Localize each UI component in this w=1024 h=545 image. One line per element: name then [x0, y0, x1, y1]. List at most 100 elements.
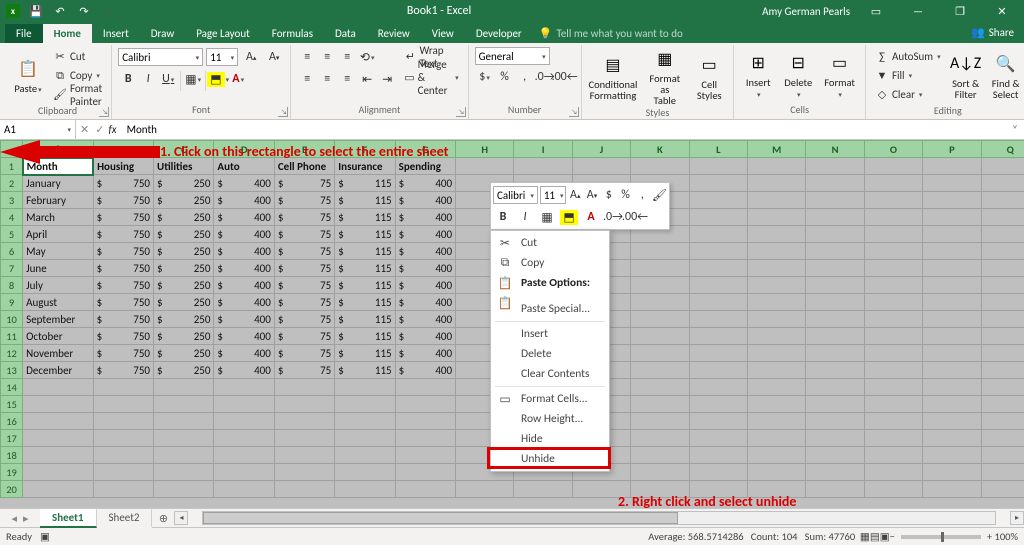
cell[interactable]: $400 — [214, 277, 274, 294]
cell[interactable] — [748, 294, 806, 311]
delete-cells-button[interactable]: ⊟Delete▾ — [780, 47, 816, 103]
cell[interactable] — [395, 464, 455, 481]
cell-A1[interactable]: Month — [23, 158, 93, 175]
cell[interactable]: $400 — [395, 260, 455, 277]
cell[interactable] — [689, 413, 747, 430]
cell[interactable]: $750 — [93, 328, 153, 345]
cell[interactable]: $750 — [93, 260, 153, 277]
cell[interactable] — [631, 277, 689, 294]
cell[interactable] — [631, 311, 689, 328]
cell[interactable] — [631, 464, 689, 481]
cell[interactable]: $250 — [154, 294, 214, 311]
cell[interactable] — [335, 413, 395, 430]
cell[interactable] — [689, 396, 747, 413]
cell[interactable] — [981, 311, 1024, 328]
cell[interactable]: September — [23, 311, 93, 328]
col-header-E[interactable]: E — [274, 141, 334, 158]
ctx-paste-special[interactable]: Paste Special... — [491, 299, 609, 319]
cell[interactable] — [214, 413, 274, 430]
cell[interactable] — [214, 430, 274, 447]
cell[interactable]: $750 — [93, 311, 153, 328]
expand-formula-icon[interactable]: ˅ — [1006, 123, 1024, 136]
cell[interactable] — [335, 481, 395, 498]
mini-fontcolor-icon[interactable]: A — [581, 207, 601, 227]
cell[interactable] — [631, 396, 689, 413]
mini-toolbar[interactable]: Calibri▾ 11▾ A▴ A▾ $ % , 🖌 B I ▦ ⬒ A .0→… — [490, 182, 670, 230]
cell[interactable] — [864, 209, 922, 226]
font-color-icon[interactable]: A▾ — [228, 69, 248, 89]
cell[interactable]: $115 — [335, 277, 395, 294]
cell[interactable] — [631, 413, 689, 430]
cell[interactable]: $115 — [335, 345, 395, 362]
format-cells-button[interactable]: ▭Format▾ — [820, 47, 859, 103]
cell[interactable]: $400 — [395, 192, 455, 209]
mini-grow-font-icon[interactable]: A▴ — [568, 185, 583, 205]
cell[interactable]: October — [23, 328, 93, 345]
ctx-row-height[interactable]: Row Height... — [491, 409, 609, 429]
conditional-formatting-button[interactable]: ▤ConditionalFormatting — [588, 47, 639, 106]
mini-font-select[interactable]: Calibri▾ — [493, 186, 538, 204]
tab-draw[interactable]: Draw — [140, 24, 185, 43]
cell[interactable]: $400 — [395, 243, 455, 260]
cell[interactable] — [689, 226, 747, 243]
cell[interactable] — [631, 328, 689, 345]
cell[interactable] — [214, 379, 274, 396]
cell[interactable] — [748, 430, 806, 447]
cell[interactable] — [23, 447, 93, 464]
ctx-copy[interactable]: ⧉Copy — [491, 253, 609, 273]
col-header-D[interactable]: D — [214, 141, 274, 158]
cell[interactable] — [23, 430, 93, 447]
cell[interactable]: $115 — [335, 226, 395, 243]
cell[interactable] — [923, 447, 981, 464]
clear-button[interactable]: ◇Clear▾ — [872, 85, 944, 104]
align-left-icon[interactable]: ≡ — [297, 69, 317, 89]
cell[interactable]: $400 — [214, 362, 274, 379]
align-center-icon[interactable]: ≡ — [317, 69, 337, 89]
cell[interactable] — [335, 447, 395, 464]
cell[interactable] — [864, 311, 922, 328]
cell[interactable] — [923, 345, 981, 362]
cell[interactable] — [864, 192, 922, 209]
cell[interactable]: Spending — [395, 158, 455, 175]
cell[interactable] — [981, 260, 1024, 277]
worksheet[interactable]: ABCDEFGHIJKLMNOPQ1MonthHousingUtilitiesA… — [0, 140, 1024, 508]
cell[interactable]: Housing — [93, 158, 153, 175]
cell[interactable] — [806, 430, 864, 447]
cell[interactable] — [864, 243, 922, 260]
cell[interactable] — [748, 311, 806, 328]
cell[interactable] — [748, 379, 806, 396]
cell[interactable]: $115 — [335, 209, 395, 226]
cell[interactable]: $75 — [274, 209, 334, 226]
tell-me[interactable]: 💡Tell me what you want to do — [533, 24, 689, 43]
ctx-clear-contents[interactable]: Clear Contents — [491, 364, 609, 384]
cell[interactable] — [274, 379, 334, 396]
cell[interactable]: Insurance — [335, 158, 395, 175]
cell[interactable] — [631, 243, 689, 260]
cell[interactable] — [214, 481, 274, 498]
cell[interactable] — [748, 447, 806, 464]
name-box[interactable]: A1▾ — [0, 120, 76, 139]
mini-comma-icon[interactable]: , — [635, 185, 650, 205]
cell[interactable]: December — [23, 362, 93, 379]
cell[interactable] — [154, 447, 214, 464]
cell[interactable]: June — [23, 260, 93, 277]
col-header-J[interactable]: J — [572, 141, 630, 158]
cell[interactable] — [335, 430, 395, 447]
cell[interactable]: $250 — [154, 345, 214, 362]
cell[interactable] — [689, 277, 747, 294]
cell[interactable]: $750 — [93, 243, 153, 260]
cell[interactable] — [689, 430, 747, 447]
ctx-format-cells[interactable]: ▭Format Cells... — [491, 389, 609, 409]
sheet-tab-2[interactable]: Sheet2 — [97, 509, 153, 528]
cell[interactable] — [864, 277, 922, 294]
cell[interactable]: $75 — [274, 294, 334, 311]
cell[interactable] — [274, 464, 334, 481]
alignment-launcher-icon[interactable]: ↘ — [456, 107, 466, 117]
cell[interactable] — [689, 464, 747, 481]
cell[interactable]: $400 — [395, 209, 455, 226]
cell[interactable] — [154, 396, 214, 413]
cell[interactable] — [689, 294, 747, 311]
mini-italic-button[interactable]: I — [515, 207, 535, 227]
cell[interactable] — [274, 430, 334, 447]
row-header-1[interactable]: 1 — [1, 158, 23, 175]
